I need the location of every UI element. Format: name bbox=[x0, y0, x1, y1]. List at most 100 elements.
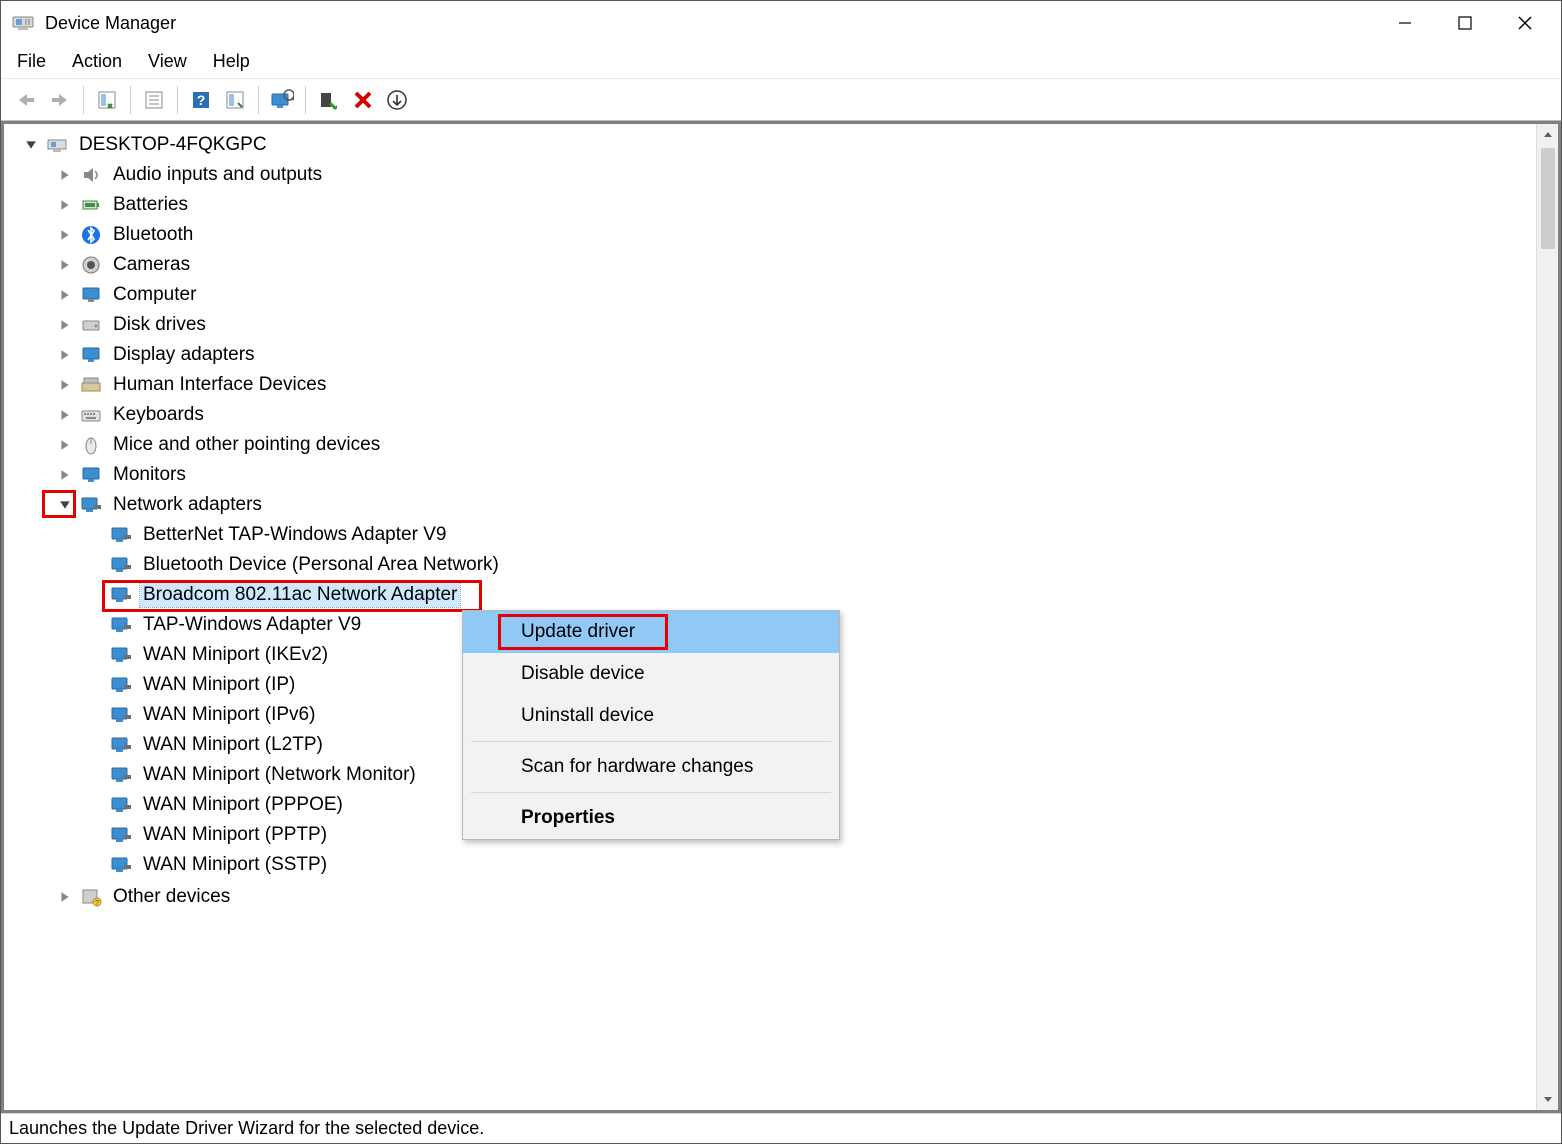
tree-category[interactable]: Human Interface Devices bbox=[10, 370, 1532, 400]
window-title: Device Manager bbox=[45, 13, 176, 34]
chevron-right-icon[interactable] bbox=[54, 404, 76, 426]
tree-category-label: Monitors bbox=[110, 463, 189, 487]
tree-category[interactable]: Keyboards bbox=[10, 400, 1532, 430]
tree-category[interactable]: Computer bbox=[10, 280, 1532, 310]
tree-category[interactable]: Audio inputs and outputs bbox=[10, 160, 1532, 190]
help-button[interactable]: ? bbox=[186, 85, 216, 115]
tree-category-other[interactable]: ? Other devices bbox=[10, 882, 1532, 912]
chevron-down-icon[interactable] bbox=[20, 134, 42, 156]
tree-category[interactable]: Monitors bbox=[10, 460, 1532, 490]
tree-category[interactable]: Mice and other pointing devices bbox=[10, 430, 1532, 460]
scroll-down-icon[interactable] bbox=[1537, 1088, 1559, 1110]
tree-device-label: Broadcom 802.11ac Network Adapter bbox=[140, 583, 460, 607]
chevron-right-icon[interactable] bbox=[54, 886, 76, 908]
scrollbar-thumb[interactable] bbox=[1541, 148, 1555, 249]
tree-device-label: Bluetooth Device (Personal Area Network) bbox=[140, 553, 502, 577]
toolbar: ? bbox=[1, 79, 1561, 121]
tree-category-label: Other devices bbox=[110, 885, 233, 909]
tree-device-label: WAN Miniport (SSTP) bbox=[140, 853, 330, 877]
menu-item-properties[interactable]: Properties bbox=[463, 797, 839, 839]
device-category-icon bbox=[80, 404, 102, 426]
context-menu: Update driver Disable device Uninstall d… bbox=[462, 610, 840, 840]
tree-device[interactable]: WAN Miniport (SSTP) bbox=[10, 850, 1532, 880]
chevron-right-icon[interactable] bbox=[54, 284, 76, 306]
chevron-down-icon[interactable] bbox=[54, 494, 76, 516]
svg-text:?: ? bbox=[95, 900, 99, 907]
svg-text:?: ? bbox=[197, 92, 206, 108]
show-hide-console-button[interactable] bbox=[92, 85, 122, 115]
app-icon bbox=[11, 11, 35, 35]
close-button[interactable] bbox=[1495, 4, 1555, 42]
menu-item-uninstall-device[interactable]: Uninstall device bbox=[463, 695, 839, 737]
chevron-right-icon[interactable] bbox=[54, 464, 76, 486]
device-category-icon bbox=[80, 194, 102, 216]
tree-category[interactable]: Batteries bbox=[10, 190, 1532, 220]
tree-device-label: WAN Miniport (PPTP) bbox=[140, 823, 330, 847]
device-category-icon bbox=[80, 344, 102, 366]
tree-category-label: Batteries bbox=[110, 193, 191, 217]
device-category-icon bbox=[80, 164, 102, 186]
network-adapter-icon bbox=[110, 764, 132, 786]
menu-help[interactable]: Help bbox=[213, 51, 250, 72]
back-button[interactable] bbox=[11, 85, 41, 115]
menu-view[interactable]: View bbox=[148, 51, 187, 72]
menu-item-disable-device[interactable]: Disable device bbox=[463, 653, 839, 695]
menu-separator bbox=[471, 792, 831, 793]
uninstall-device-button[interactable] bbox=[382, 85, 412, 115]
menu-item-scan-hardware[interactable]: Scan for hardware changes bbox=[463, 746, 839, 788]
device-category-icon bbox=[80, 374, 102, 396]
tree-category[interactable]: Cameras bbox=[10, 250, 1532, 280]
update-driver-button[interactable] bbox=[267, 85, 297, 115]
network-adapter-icon bbox=[110, 644, 132, 666]
menu-item-label: Scan for hardware changes bbox=[521, 756, 753, 777]
scroll-up-icon[interactable] bbox=[1537, 124, 1559, 146]
tree-device[interactable]: BetterNet TAP-Windows Adapter V9 bbox=[10, 520, 1532, 550]
properties-button[interactable] bbox=[139, 85, 169, 115]
chevron-right-icon[interactable] bbox=[54, 224, 76, 246]
scan-hardware-button[interactable] bbox=[220, 85, 250, 115]
network-adapter-icon bbox=[110, 584, 132, 606]
chevron-right-icon[interactable] bbox=[54, 344, 76, 366]
menu-item-update-driver[interactable]: Update driver bbox=[463, 611, 839, 653]
tree-device[interactable]: Broadcom 802.11ac Network Adapter bbox=[10, 580, 1532, 610]
enable-device-button[interactable] bbox=[314, 85, 344, 115]
menu-item-label: Properties bbox=[521, 807, 615, 828]
minimize-button[interactable] bbox=[1375, 4, 1435, 42]
network-adapter-icon bbox=[110, 524, 132, 546]
maximize-button[interactable] bbox=[1435, 4, 1495, 42]
disable-device-button[interactable] bbox=[348, 85, 378, 115]
tree-category-label: Mice and other pointing devices bbox=[110, 433, 383, 457]
window: Device Manager File Action View Help ? bbox=[0, 0, 1562, 1144]
tree-device-label: WAN Miniport (PPPOE) bbox=[140, 793, 346, 817]
chevron-right-icon[interactable] bbox=[54, 314, 76, 336]
statusbar: Launches the Update Driver Wizard for th… bbox=[1, 1113, 1561, 1143]
computer-icon bbox=[46, 134, 68, 156]
chevron-right-icon[interactable] bbox=[54, 434, 76, 456]
chevron-right-icon[interactable] bbox=[54, 194, 76, 216]
vertical-scrollbar[interactable] bbox=[1536, 124, 1558, 1110]
tree-device[interactable]: Bluetooth Device (Personal Area Network) bbox=[10, 550, 1532, 580]
menu-file[interactable]: File bbox=[17, 51, 46, 72]
chevron-right-icon[interactable] bbox=[54, 164, 76, 186]
device-category-icon bbox=[80, 224, 102, 246]
chevron-right-icon[interactable] bbox=[54, 374, 76, 396]
tree-category-label: Human Interface Devices bbox=[110, 373, 329, 397]
device-category-icon bbox=[80, 284, 102, 306]
network-adapter-icon bbox=[110, 614, 132, 636]
tree-category[interactable]: Bluetooth bbox=[10, 220, 1532, 250]
forward-button[interactable] bbox=[45, 85, 75, 115]
tree-root[interactable]: DESKTOP-4FQKGPC bbox=[10, 130, 1532, 160]
tree-category-label: Cameras bbox=[110, 253, 193, 277]
titlebar: Device Manager bbox=[1, 1, 1561, 45]
tree-device-label: TAP-Windows Adapter V9 bbox=[140, 613, 364, 637]
chevron-right-icon[interactable] bbox=[54, 254, 76, 276]
device-tree[interactable]: DESKTOP-4FQKGPC Audio inputs and outputs… bbox=[4, 124, 1536, 1110]
menu-action[interactable]: Action bbox=[72, 51, 122, 72]
tree-category[interactable]: Display adapters bbox=[10, 340, 1532, 370]
network-adapter-icon bbox=[110, 554, 132, 576]
tree-category[interactable]: Disk drives bbox=[10, 310, 1532, 340]
menu-separator bbox=[471, 741, 831, 742]
tree-panel: DESKTOP-4FQKGPC Audio inputs and outputs… bbox=[1, 121, 1561, 1113]
tree-category-label: Keyboards bbox=[110, 403, 207, 427]
tree-category-network[interactable]: Network adapters bbox=[10, 490, 1532, 520]
